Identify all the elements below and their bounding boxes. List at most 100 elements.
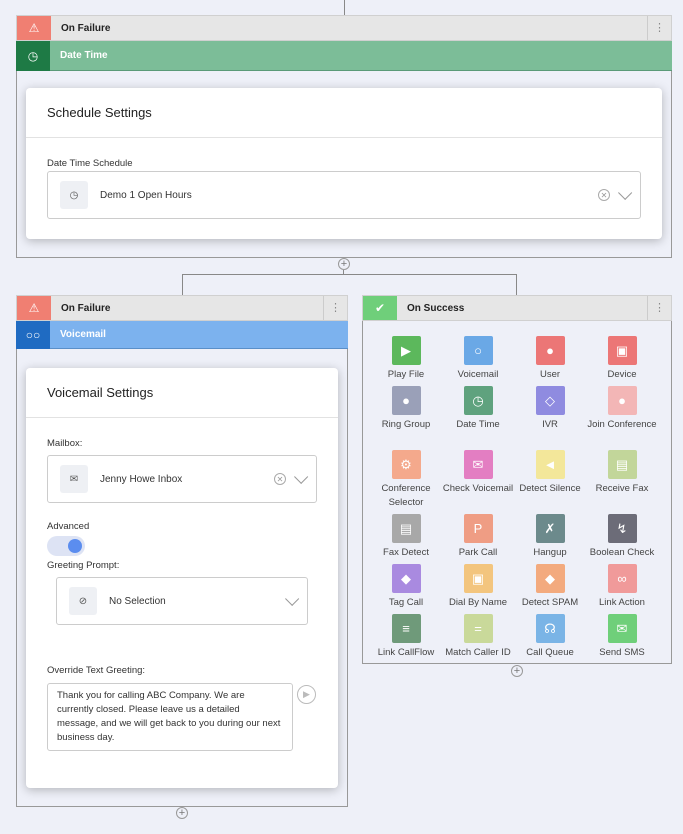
on-failure-header-voicemail[interactable]: ⚠ On Failure ⋮ xyxy=(16,295,348,321)
action-tile-device[interactable]: ▣ Device xyxy=(586,336,658,382)
voicemail-node-label: Voicemail xyxy=(60,329,106,340)
override-text-greeting-value: Thank you for calling ABC Company. We ar… xyxy=(57,690,281,743)
action-tile-dial-by-name[interactable]: ▣ Dial By Name xyxy=(442,564,514,610)
date-time-schedule-label: Date Time Schedule xyxy=(47,158,133,169)
action-tile-label: Link Action xyxy=(599,597,645,608)
clock-icon: ◷ xyxy=(16,40,50,71)
action-tile-label: Detect Silence xyxy=(519,483,581,494)
toggle-knob xyxy=(68,539,82,553)
chevron-down-icon[interactable] xyxy=(618,185,633,200)
action-tile-ivr[interactable]: ◇ IVR xyxy=(514,386,586,432)
clock-icon: ◷ xyxy=(463,386,493,415)
on-failure-label: On Failure xyxy=(61,22,111,34)
advanced-label: Advanced xyxy=(47,521,90,532)
conference-icon: ● xyxy=(607,386,637,415)
action-tile-label: Voicemail xyxy=(457,369,499,380)
clock-icon: ◷ xyxy=(60,181,88,209)
action-tile-park-call[interactable]: P Park Call xyxy=(442,514,514,560)
action-tile-voicemail[interactable]: ○ Voicemail xyxy=(442,336,514,382)
chevron-down-icon[interactable] xyxy=(285,591,300,606)
action-tile-detect-silence[interactable]: ◄ Detect Silence xyxy=(514,450,586,496)
action-tile-label: Check Voicemail xyxy=(442,483,514,494)
action-tile-hangup[interactable]: ✗ Hangup xyxy=(514,514,586,560)
action-tile-label: Receive Fax xyxy=(595,483,649,494)
add-node-button-success[interactable]: + xyxy=(511,665,523,677)
mailbox-select[interactable]: ✉ Jenny Howe Inbox ✕ xyxy=(47,455,317,503)
play-greeting-icon[interactable]: ▶ xyxy=(297,685,316,704)
action-tile-label: User xyxy=(539,369,561,380)
action-tile-match-caller-id[interactable]: = Match Caller ID xyxy=(442,614,514,660)
override-text-greeting-textarea[interactable]: Thank you for calling ABC Company. We ar… xyxy=(47,683,293,751)
mail-icon: ✉ xyxy=(60,465,88,493)
action-tile-fax-detect[interactable]: ▤ Fax Detect xyxy=(370,514,442,560)
action-tile-label: Call Queue xyxy=(526,647,574,658)
tag-icon: ◆ xyxy=(391,564,421,593)
branch-connector-right xyxy=(516,274,517,295)
date-time-node-header[interactable]: ◷ Date Time xyxy=(16,40,672,71)
greeting-prompt-select[interactable]: ⊘ No Selection xyxy=(56,577,308,625)
more-options-icon[interactable]: ⋮ xyxy=(647,16,671,40)
action-tile-label: Device xyxy=(607,369,637,380)
action-tile-detect-spam[interactable]: ◆ Detect SPAM xyxy=(514,564,586,610)
voicemail-node-header[interactable]: ○○ Voicemail xyxy=(16,320,348,349)
action-tile-date-time[interactable]: ◷ Date Time xyxy=(442,386,514,432)
action-tile-receive-fax[interactable]: ▤ Receive Fax xyxy=(586,450,658,496)
more-options-icon[interactable]: ⋮ xyxy=(647,296,671,320)
date-time-schedule-value: Demo 1 Open Hours xyxy=(100,189,192,201)
user-icon: ● xyxy=(535,336,565,365)
add-node-button-voicemail[interactable]: + xyxy=(176,807,188,819)
voicemail-settings-card: Voicemail Settings Mailbox: ✉ Jenny Howe… xyxy=(26,368,338,788)
warning-icon: ⚠ xyxy=(17,296,51,320)
action-tile-tag-call[interactable]: ◆ Tag Call xyxy=(370,564,442,610)
chevron-down-icon[interactable] xyxy=(294,469,309,484)
action-tile-user[interactable]: ● User xyxy=(514,336,586,382)
link-icon: ∞ xyxy=(607,564,637,593)
advanced-toggle[interactable] xyxy=(47,536,85,556)
action-tile-call-queue[interactable]: ☊ Call Queue xyxy=(514,614,586,660)
headset-icon: ☊ xyxy=(535,614,565,643)
action-tile-boolean-check[interactable]: ↯ Boolean Check xyxy=(586,514,658,560)
more-options-icon[interactable]: ⋮ xyxy=(323,296,347,320)
action-tile-check-voicemail[interactable]: ✉ Check Voicemail xyxy=(442,450,514,496)
action-tile-label: Match Caller ID xyxy=(445,647,511,658)
action-tile-label: Play File xyxy=(387,369,425,380)
action-tile-conference-selector[interactable]: ⚙ Conference Selector xyxy=(370,450,442,510)
device-icon: ▣ xyxy=(607,336,637,365)
parking-icon: P xyxy=(463,514,493,543)
action-tile-link-callflow[interactable]: ≡ Link CallFlow xyxy=(370,614,442,660)
action-tile-label: Conference Selector xyxy=(381,483,431,508)
action-tile-send-sms[interactable]: ✉ Send SMS xyxy=(586,614,658,660)
sms-icon: ✉ xyxy=(607,614,637,643)
warning-icon: ⚠ xyxy=(17,16,51,40)
action-tile-label: IVR xyxy=(542,419,558,430)
on-success-header[interactable]: ✔ On Success ⋮ xyxy=(362,295,672,321)
on-success-label: On Success xyxy=(407,302,465,314)
action-tile-label: Send SMS xyxy=(599,647,645,658)
play-icon: ▶ xyxy=(391,336,421,365)
conference-selector-icon: ⚙ xyxy=(391,450,421,479)
date-time-schedule-select[interactable]: ◷ Demo 1 Open Hours ✕ xyxy=(47,171,641,219)
action-tile-link-action[interactable]: ∞ Link Action xyxy=(586,564,658,610)
shield-check-icon: ✔ xyxy=(363,296,397,320)
schedule-settings-card: Schedule Settings Date Time Schedule ◷ D… xyxy=(26,88,662,239)
action-tile-label: Dial By Name xyxy=(448,597,508,608)
action-tile-label: Fax Detect xyxy=(383,547,429,558)
schedule-settings-title: Schedule Settings xyxy=(26,88,662,138)
on-failure-header-top[interactable]: ⚠ On Failure ⋮ xyxy=(16,15,672,41)
action-tile-play-file[interactable]: ▶ Play File xyxy=(370,336,442,382)
dial-icon: ▣ xyxy=(463,564,493,593)
action-tile-ring-group[interactable]: ● Ring Group xyxy=(370,386,442,432)
action-tile-join-conference[interactable]: ● Join Conference xyxy=(586,386,658,432)
equals-icon: = xyxy=(463,614,493,643)
voicemail-icon: ○○ xyxy=(16,320,50,349)
action-tile-label: Join Conference xyxy=(587,419,657,430)
greeting-prompt-value: No Selection xyxy=(109,595,166,607)
fax-icon: ▤ xyxy=(607,450,637,479)
action-tile-label: Boolean Check xyxy=(589,547,655,558)
action-tile-label: Ring Group xyxy=(381,419,431,430)
greeting-prompt-label: Greeting Prompt: xyxy=(47,560,120,571)
action-tile-label: Detect SPAM xyxy=(521,597,579,608)
clear-selection-icon[interactable]: ✕ xyxy=(274,473,286,485)
clear-selection-icon[interactable]: ✕ xyxy=(598,189,610,201)
add-node-button-top[interactable]: + xyxy=(338,258,350,270)
